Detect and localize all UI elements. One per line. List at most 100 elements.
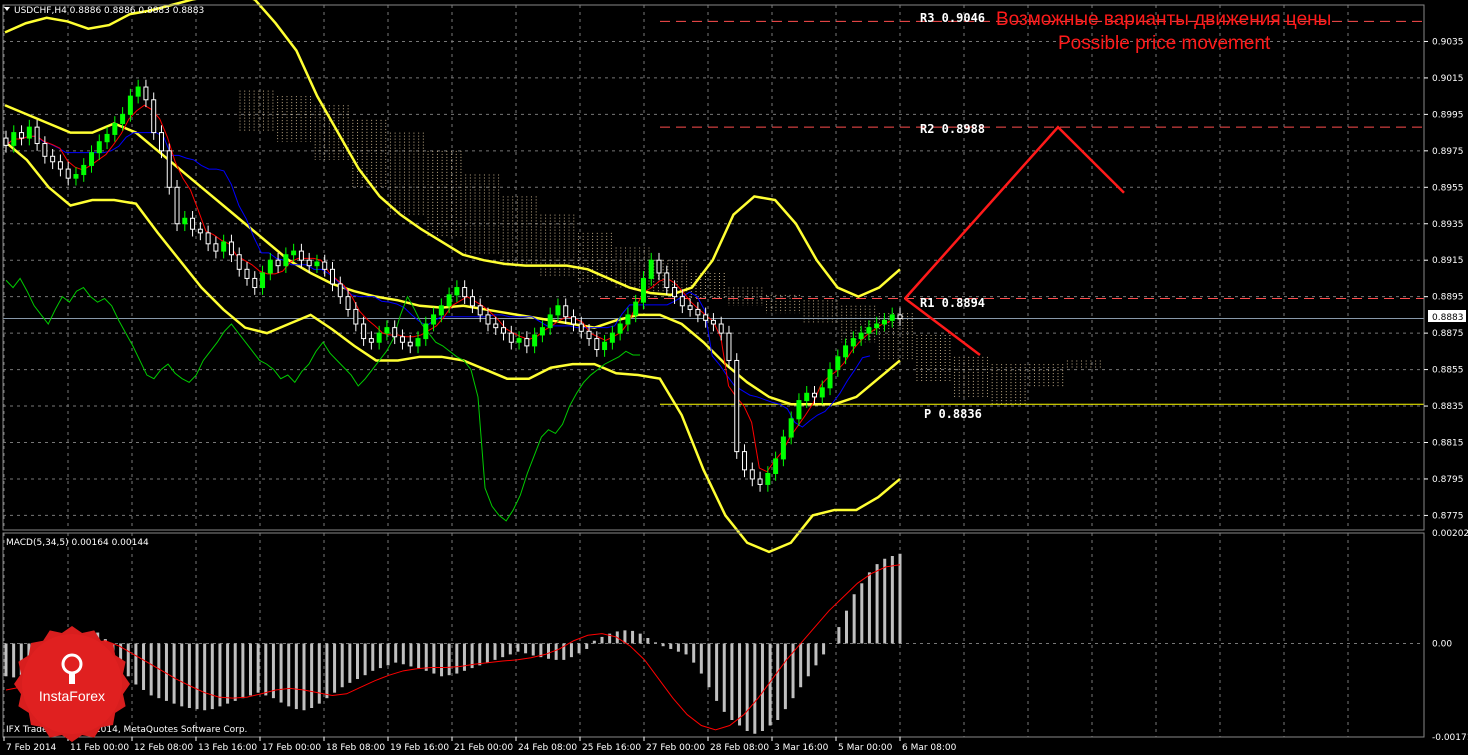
- candle-body: [586, 330, 592, 340]
- candle-body: [407, 341, 413, 347]
- candle-body: [765, 472, 771, 485]
- candle-body: [656, 259, 662, 274]
- candle-body: [26, 126, 32, 139]
- candle-body: [501, 327, 507, 334]
- candle-body: [330, 268, 336, 285]
- candle-body: [850, 338, 856, 347]
- macd-panel-border: [2, 532, 1425, 738]
- grid: [3, 5, 1424, 737]
- candle-body: [221, 241, 227, 252]
- candle-body: [166, 150, 172, 188]
- candle-body: [687, 305, 693, 310]
- candle-body: [298, 250, 304, 261]
- candle-body: [213, 243, 219, 252]
- candle-body: [57, 161, 63, 170]
- candle-body: [858, 332, 864, 340]
- candle-body: [843, 345, 849, 358]
- macd-signal-line: [5, 564, 901, 731]
- annotation-en: Possible price movement: [1058, 33, 1271, 54]
- time-tick-label: 18 Feb 08:00: [326, 743, 385, 753]
- candle-body: [881, 319, 887, 325]
- candle-body: [454, 287, 460, 296]
- symbol-dropdown-icon[interactable]: [4, 7, 10, 11]
- candle-body: [874, 323, 880, 329]
- candle-body: [524, 338, 530, 347]
- price-tick-label: 0.8895: [1432, 293, 1464, 303]
- candle-body: [197, 228, 203, 234]
- candle-body: [773, 458, 779, 474]
- candle-body: [376, 332, 382, 343]
- price-tick-label: 0.8975: [1432, 147, 1464, 157]
- candle-body: [291, 250, 297, 256]
- candle-body: [368, 338, 374, 343]
- candle-body: [283, 254, 289, 267]
- candle-body: [819, 387, 825, 398]
- candle-body: [617, 323, 623, 334]
- candle-body: [267, 259, 273, 274]
- candle-body: [438, 305, 444, 316]
- candle-body: [640, 277, 646, 303]
- candle-body: [757, 478, 763, 485]
- time-tick-label: 12 Feb 08:00: [134, 743, 193, 753]
- candle-body: [361, 323, 367, 340]
- candle-body: [804, 392, 810, 402]
- candle-body: [742, 451, 748, 471]
- candle-body: [594, 338, 600, 351]
- candle-body: [664, 272, 670, 289]
- candle-body: [563, 305, 569, 318]
- candle-body: [788, 418, 794, 438]
- time-axis: 7 Feb 2014 11 Feb 00:00 12 Feb 08:00 13 Feb…: [3, 737, 957, 753]
- candle-body: [275, 259, 281, 267]
- chikou-line: [5, 277, 640, 522]
- candle-body: [34, 126, 40, 145]
- time-tick-label: 25 Feb 16:00: [582, 743, 641, 753]
- candle-body: [19, 132, 25, 139]
- candle-body: [431, 314, 437, 325]
- candle-body: [127, 95, 133, 115]
- candle-body: [89, 152, 95, 166]
- candle-body: [158, 132, 164, 152]
- time-tick-label: 24 Feb 08:00: [518, 743, 577, 753]
- candle-body: [228, 241, 234, 256]
- candle-body: [260, 272, 266, 289]
- candle-body: [337, 283, 343, 298]
- candle-body: [244, 268, 250, 279]
- price-panel-border: [2, 4, 1425, 531]
- level-label-p: P 0.8836: [924, 407, 982, 421]
- candle-body: [679, 296, 685, 307]
- price-tick-label: 0.9015: [1432, 74, 1464, 84]
- candle-body: [866, 327, 872, 334]
- candle-body: [625, 314, 631, 325]
- macd-tick-label: 0.00202: [1432, 529, 1468, 539]
- level-label-r3: R3 0.9046: [920, 11, 985, 25]
- candle-body: [462, 287, 468, 298]
- candle-body: [555, 305, 561, 316]
- candle-body: [96, 141, 102, 154]
- candle-body: [345, 296, 351, 310]
- panel-frame: [2, 4, 1425, 738]
- candle-body: [539, 327, 545, 336]
- projection-lines: [904, 125, 1125, 356]
- candle-body: [423, 323, 429, 340]
- candle-body: [602, 341, 608, 351]
- candle-body: [897, 314, 903, 320]
- candle-body: [726, 332, 732, 361]
- candle-body: [734, 359, 740, 453]
- symbol-header: USDCHF,H4 0.8886 0.8886 0.8883 0.8883: [14, 6, 204, 16]
- time-tick-label: 3 Mar 16:00: [774, 743, 829, 753]
- candle-body: [174, 186, 180, 225]
- price-tick-label: 0.8875: [1432, 329, 1464, 339]
- pivot-levels: [3, 20, 1424, 405]
- candle-body: [547, 314, 553, 329]
- candle-body: [718, 323, 724, 334]
- macd-tick-label: 0.00: [1432, 639, 1452, 649]
- instaforex-logo: [14, 626, 130, 742]
- price-tick-label: 0.8915: [1432, 256, 1464, 266]
- price-tick-label: 0.8855: [1432, 366, 1464, 376]
- candle-body: [710, 319, 716, 325]
- candle-body: [672, 287, 678, 298]
- price-tick-label: 0.8795: [1432, 475, 1464, 485]
- price-tick-label: 0.8815: [1432, 439, 1464, 449]
- candle-body: [3, 137, 9, 146]
- candle-body: [796, 400, 802, 420]
